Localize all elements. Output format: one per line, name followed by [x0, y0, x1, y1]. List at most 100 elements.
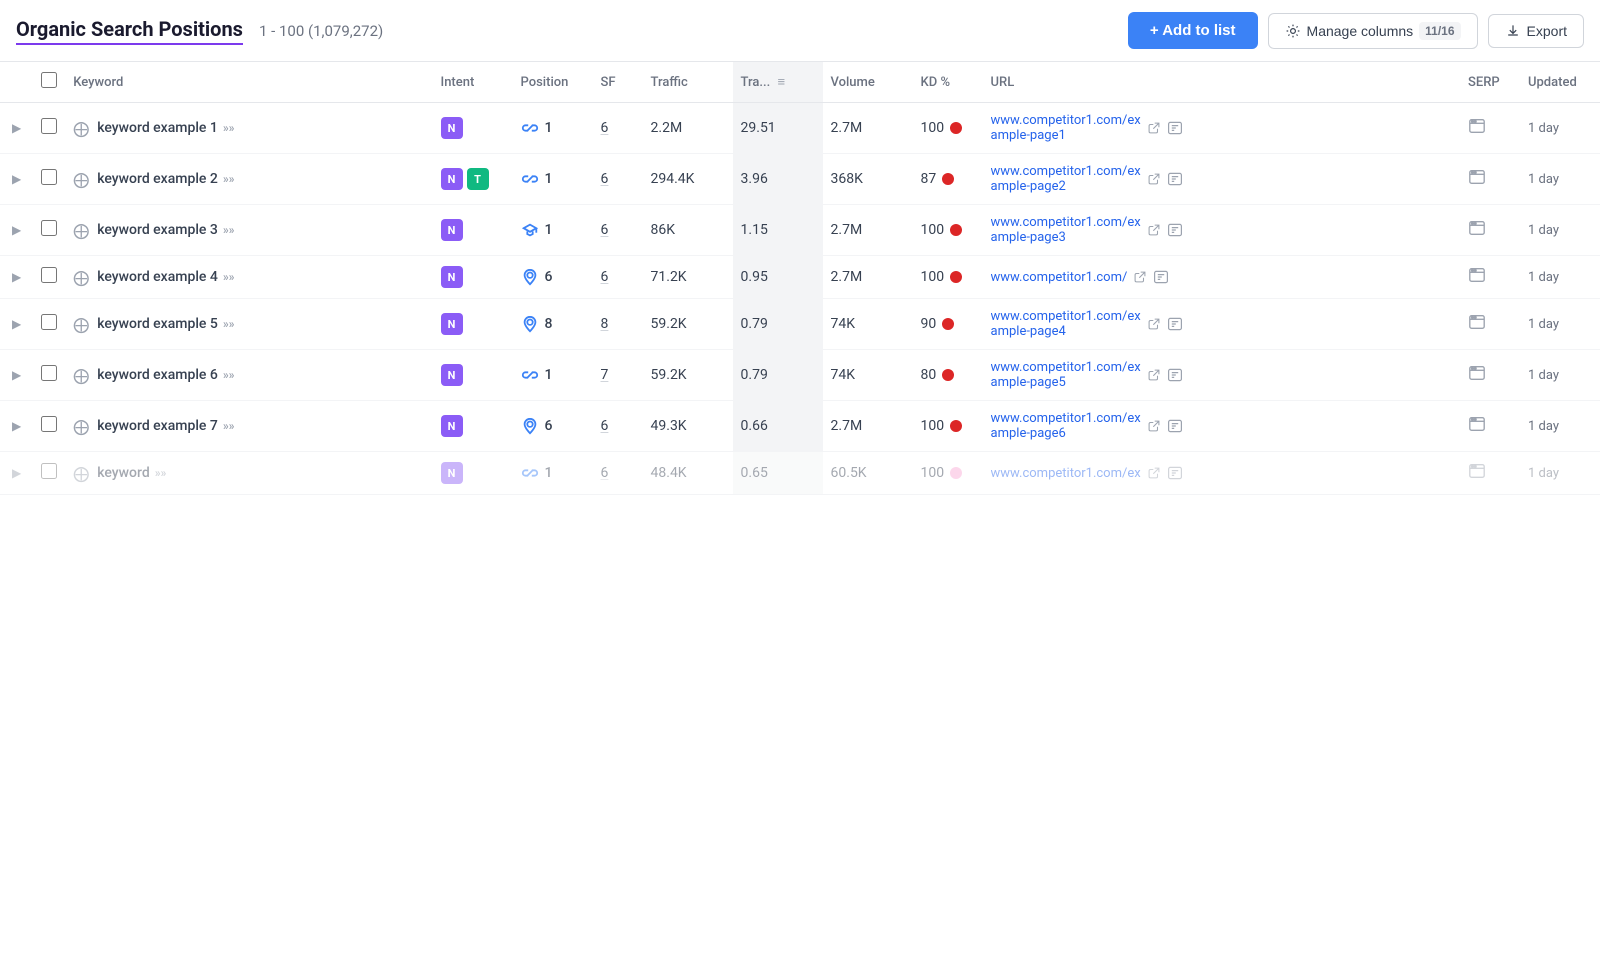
row-checkbox[interactable]: [41, 314, 57, 330]
row-checkbox[interactable]: [41, 365, 57, 381]
external-link-icon[interactable]: [1147, 466, 1161, 480]
expand-button[interactable]: ▶: [8, 417, 25, 435]
sf-value[interactable]: 7: [601, 367, 609, 383]
tra-value: 0.95: [741, 269, 768, 285]
add-keyword-button[interactable]: ⨁: [73, 417, 89, 436]
sf-value[interactable]: 6: [601, 465, 609, 481]
intent-cell: NT: [433, 154, 513, 205]
url-link[interactable]: www.competitor1.com/: [991, 270, 1128, 285]
serp-icon[interactable]: [1153, 269, 1169, 285]
add-to-list-button[interactable]: + Add to list: [1128, 12, 1258, 49]
serp-icon[interactable]: [1167, 222, 1183, 238]
serp-screenshot-icon[interactable]: [1468, 272, 1486, 288]
manage-columns-button[interactable]: Manage columns 11/16: [1268, 13, 1478, 49]
serp-screenshot-icon[interactable]: [1468, 225, 1486, 241]
expand-button[interactable]: ▶: [8, 366, 25, 384]
keyword-link[interactable]: keyword example 7 »»: [97, 418, 234, 434]
add-keyword-button[interactable]: ⨁: [73, 366, 89, 385]
url-link[interactable]: www.competitor1.com/example-page3: [991, 215, 1141, 245]
add-keyword-button[interactable]: ⨁: [73, 315, 89, 334]
link-icon: [521, 170, 539, 188]
row-checkbox[interactable]: [41, 220, 57, 236]
position-cell: 6: [513, 256, 593, 299]
table-row: ▶ ⨁ keyword example 1 »» N 1 6 2.2M: [0, 103, 1600, 154]
keyword-link[interactable]: keyword »»: [97, 465, 166, 481]
expand-button[interactable]: ▶: [8, 315, 25, 333]
row-checkbox[interactable]: [41, 463, 57, 479]
traffic-value: 2.2M: [651, 120, 683, 136]
keyword-arrows: »»: [220, 223, 235, 237]
expand-button[interactable]: ▶: [8, 119, 25, 137]
serp-screenshot-icon[interactable]: [1468, 319, 1486, 335]
col-tra-header[interactable]: Tra... ≡: [733, 62, 823, 103]
serp-icon[interactable]: [1167, 465, 1183, 481]
sf-value[interactable]: 8: [601, 316, 609, 332]
external-link-icon[interactable]: [1147, 172, 1161, 186]
add-keyword-button[interactable]: ⨁: [73, 170, 89, 189]
kd-cell: 100: [913, 205, 983, 256]
link-icon: [521, 464, 539, 482]
serp-icon[interactable]: [1167, 316, 1183, 332]
external-link-icon[interactable]: [1147, 121, 1161, 135]
export-button[interactable]: Export: [1488, 14, 1584, 48]
url-link[interactable]: www.competitor1.com/example-page5: [991, 360, 1141, 390]
expand-button[interactable]: ▶: [8, 221, 25, 239]
url-link[interactable]: www.competitor1.com/example-page1: [991, 113, 1141, 143]
expand-button[interactable]: ▶: [8, 268, 25, 286]
url-cell: www.competitor1.com/example-page2: [983, 154, 1460, 205]
col-serp-header: SERP: [1460, 62, 1520, 103]
serp-screenshot-cell: [1460, 350, 1520, 401]
url-link[interactable]: www.competitor1.com/example-page2: [991, 164, 1141, 194]
serp-screenshot-icon[interactable]: [1468, 421, 1486, 437]
serp-screenshot-icon[interactable]: [1468, 468, 1486, 484]
external-link-icon[interactable]: [1147, 317, 1161, 331]
expand-button[interactable]: ▶: [8, 464, 25, 482]
external-link-icon[interactable]: [1147, 368, 1161, 382]
kd-indicator: [950, 122, 962, 134]
row-checkbox[interactable]: [41, 118, 57, 134]
serp-icon[interactable]: [1167, 171, 1183, 187]
add-keyword-button[interactable]: ⨁: [73, 268, 89, 287]
keyword-link[interactable]: keyword example 4 »»: [97, 269, 234, 285]
tra-cell: 1.15: [733, 205, 823, 256]
keyword-link[interactable]: keyword example 5 »»: [97, 316, 234, 332]
url-cell: www.competitor1.com/example-page1: [983, 103, 1460, 154]
external-link-icon[interactable]: [1147, 419, 1161, 433]
serp-icon[interactable]: [1167, 418, 1183, 434]
sf-value[interactable]: 6: [601, 222, 609, 238]
serp-icon[interactable]: [1167, 367, 1183, 383]
serp-icon[interactable]: [1167, 120, 1183, 136]
intent-group: N: [441, 266, 505, 288]
serp-screenshot-icon[interactable]: [1468, 174, 1486, 190]
sf-value[interactable]: 6: [601, 418, 609, 434]
url-link[interactable]: www.competitor1.com/example-page6: [991, 411, 1141, 441]
table-row: ▶ ⨁ keyword example 7 »» N 6 6 49.3: [0, 401, 1600, 452]
sf-value[interactable]: 6: [601, 269, 609, 285]
add-keyword-button[interactable]: ⨁: [73, 119, 89, 138]
row-checkbox[interactable]: [41, 169, 57, 185]
sf-value[interactable]: 6: [601, 120, 609, 136]
sf-value[interactable]: 6: [601, 171, 609, 187]
serp-screenshot-icon[interactable]: [1468, 370, 1486, 386]
volume-value: 2.7M: [831, 269, 863, 285]
kd-value: 90: [921, 316, 937, 332]
keyword-link[interactable]: keyword example 2 »»: [97, 171, 234, 187]
traffic-value: 59.2K: [651, 367, 687, 383]
external-link-icon[interactable]: [1147, 223, 1161, 237]
tra-cell: 3.96: [733, 154, 823, 205]
keyword-cell: ⨁ keyword example 3 »»: [65, 205, 432, 256]
keyword-cell: ⨁ keyword example 2 »»: [65, 154, 432, 205]
add-keyword-button[interactable]: ⨁: [73, 221, 89, 240]
url-link[interactable]: www.competitor1.com/ex: [991, 466, 1141, 481]
add-keyword-button[interactable]: ⨁: [73, 464, 89, 483]
select-all-checkbox[interactable]: [41, 72, 57, 88]
expand-button[interactable]: ▶: [8, 170, 25, 188]
keyword-link[interactable]: keyword example 3 »»: [97, 222, 234, 238]
row-checkbox[interactable]: [41, 416, 57, 432]
external-link-icon[interactable]: [1133, 270, 1147, 284]
row-checkbox[interactable]: [41, 267, 57, 283]
keyword-link[interactable]: keyword example 6 »»: [97, 367, 234, 383]
url-link[interactable]: www.competitor1.com/example-page4: [991, 309, 1141, 339]
serp-screenshot-icon[interactable]: [1468, 123, 1486, 139]
keyword-link[interactable]: keyword example 1 »»: [97, 120, 234, 136]
